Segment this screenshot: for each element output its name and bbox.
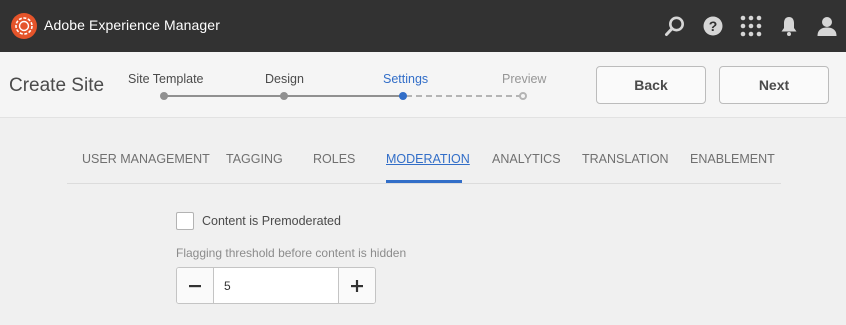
step-label-settings: Settings [383, 72, 429, 86]
app-title: Adobe Experience Manager [44, 17, 220, 33]
step-connector-pending [406, 95, 522, 97]
tab-moderation[interactable]: MODERATION [386, 152, 470, 166]
threshold-input[interactable] [215, 268, 339, 303]
threshold-label: Flagging threshold before content is hid… [176, 246, 407, 260]
active-tab-indicator [386, 180, 462, 183]
wizard-header: Create Site Site Template Design Setting… [0, 52, 846, 118]
step-label-design: Design [265, 72, 304, 86]
plus-icon [351, 279, 363, 292]
aem-logo-icon[interactable] [11, 13, 37, 39]
step-connector [286, 95, 402, 97]
premoderated-checkbox[interactable] [176, 212, 194, 230]
tab-roles[interactable]: ROLES [313, 152, 355, 166]
top-bar: Adobe Experience Manager ? [0, 0, 846, 52]
tabs-divider [67, 183, 781, 184]
step-label-preview: Preview [502, 72, 547, 86]
minus-icon [189, 284, 201, 287]
tab-translation[interactable]: TRANSLATION [582, 152, 669, 166]
apps-icon[interactable] [739, 14, 763, 38]
step-label-site-template: Site Template [128, 72, 204, 86]
step-connector [166, 95, 282, 97]
tab-analytics[interactable]: ANALYTICS [492, 152, 561, 166]
premoderated-label[interactable]: Content is Premoderated [202, 214, 341, 228]
increment-button[interactable] [338, 268, 375, 303]
decrement-button[interactable] [177, 268, 214, 303]
step-dot-settings [399, 92, 407, 100]
page-title: Create Site [9, 75, 105, 96]
threshold-stepper [176, 267, 376, 304]
search-icon[interactable] [663, 14, 687, 38]
tab-enablement[interactable]: ENABLEMENT [690, 152, 775, 166]
back-button[interactable]: Back [596, 66, 706, 104]
step-dot-preview [519, 92, 527, 100]
step-dot-design[interactable] [280, 92, 288, 100]
user-icon[interactable] [815, 14, 839, 38]
step-dot-site-template[interactable] [160, 92, 168, 100]
tab-user-management[interactable]: USER MANAGEMENT [82, 152, 210, 166]
svg-text:?: ? [709, 18, 718, 34]
next-button[interactable]: Next [719, 66, 829, 104]
notifications-icon[interactable] [777, 14, 801, 38]
help-icon[interactable]: ? [701, 14, 725, 38]
tab-tagging[interactable]: TAGGING [226, 152, 283, 166]
